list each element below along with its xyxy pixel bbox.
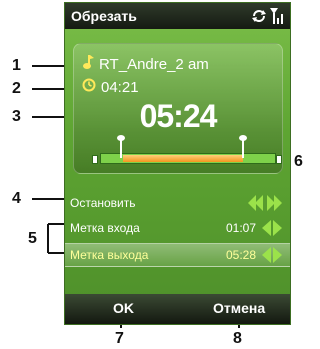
duration-row: 04:21 [82,78,139,96]
stop-label: Остановить [70,196,136,210]
callout-8: 8 [233,330,242,347]
callout-4: 4 [12,190,21,207]
callout-1: 1 [12,57,21,74]
trim-end-endcap [276,155,282,164]
out-mark-label: Метка выхода [70,248,149,262]
current-time: 05:24 [139,98,218,134]
track-name: RT_Andre_2 am [99,55,209,73]
stop-row[interactable]: Остановить [65,192,290,214]
callout-7: 7 [115,330,124,347]
in-mark-row[interactable]: Метка входа 01:07 [65,217,290,239]
in-mark-right-arrow-icon[interactable] [273,220,282,236]
rewind-forward-icon[interactable] [248,195,282,211]
callout-6: 6 [294,153,303,170]
signal-icon [270,8,284,24]
out-mark-adjust [262,247,282,263]
music-note-icon [82,54,94,74]
out-mark-left-arrow-icon[interactable] [262,247,271,263]
player-panel: RT_Andre_2 am 04:21 05:24 [73,43,283,174]
title-bar: Обрезать [65,3,290,29]
out-mark-row[interactable]: Метка выхода 05:28 [65,243,290,267]
ok-softkey[interactable]: OK [113,300,134,316]
phone-screen: Обрезать RT_Andre_2 am 04:21 05:24 Остан… [64,2,291,325]
window-title: Обрезать [71,8,137,24]
out-mark-value: 05:28 [225,248,256,262]
trim-track[interactable] [100,135,276,164]
cancel-softkey[interactable]: Отмена [213,300,265,316]
trim-selection [123,155,243,162]
in-mark-label: Метка входа [70,221,140,235]
softkey-bar: OK Отмена [65,294,290,324]
status-icons [251,7,284,25]
track-row: RT_Andre_2 am [82,54,209,74]
in-mark-left-arrow-icon[interactable] [262,220,271,236]
in-mark-value: 01:07 [225,221,256,235]
in-marker-handle[interactable] [117,134,125,158]
callout-2: 2 [12,80,21,97]
callout-5: 5 [28,230,37,247]
out-mark-right-arrow-icon[interactable] [273,247,282,263]
rewind-forward-buttons [248,195,282,211]
trim-start-endcap [92,155,98,164]
clock-icon [82,78,96,96]
in-mark-adjust [262,220,282,236]
out-marker-handle[interactable] [239,134,247,158]
sync-icon [251,9,267,23]
callout-3: 3 [12,108,21,125]
duration-value: 04:21 [101,78,139,96]
